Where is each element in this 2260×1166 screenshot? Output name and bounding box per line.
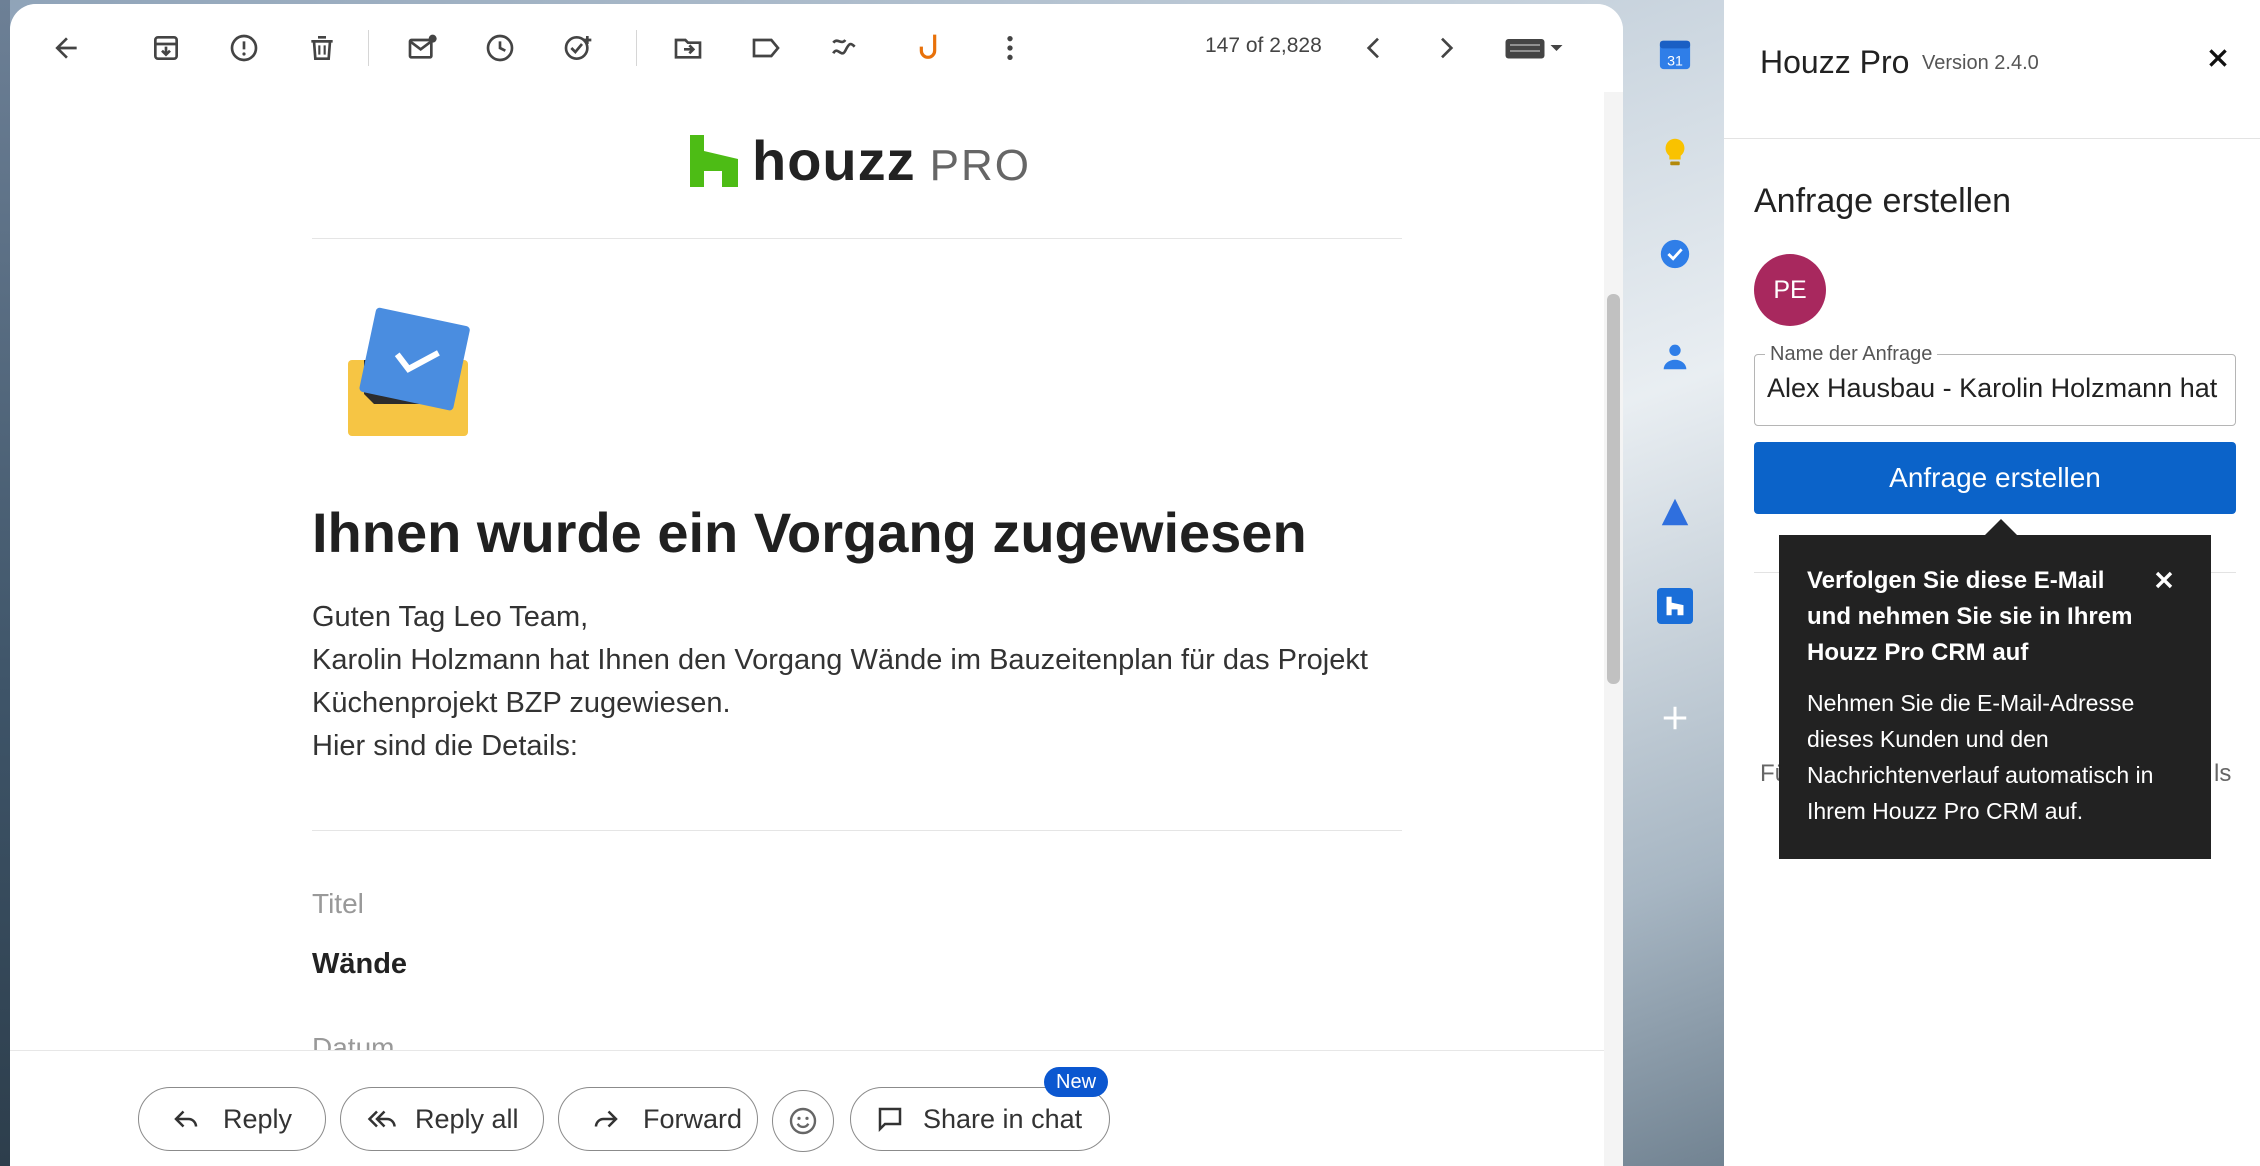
reply-button[interactable]: Reply: [138, 1087, 326, 1151]
add-addon-icon[interactable]: [1657, 700, 1693, 736]
obscured-text-right: ls: [2214, 760, 2232, 787]
report-spam-icon[interactable]: [222, 26, 266, 70]
calendar-icon[interactable]: 31: [1657, 36, 1693, 72]
forward-button[interactable]: Forward: [558, 1087, 758, 1151]
tooltip-body: Nehmen Sie die E-Mail-Adresse dieses Kun…: [1807, 690, 2154, 824]
houzz-addon-icon[interactable]: [1657, 588, 1693, 624]
email-heading: Ihnen wurde ein Vorgang zugewiesen: [312, 501, 1307, 564]
logo-pro: PRO: [929, 140, 1031, 190]
divider: [312, 830, 1402, 831]
tasks-icon[interactable]: [1657, 236, 1693, 272]
chat-bubble-icon: [878, 1107, 902, 1133]
panel-title: Houzz Pro: [1760, 44, 1910, 80]
create-request-button[interactable]: Anfrage erstellen: [1754, 442, 2236, 514]
hook-addon-icon[interactable]: [910, 26, 954, 70]
detail-label-titel: Titel: [312, 888, 364, 919]
tooltip-title: Verfolgen Sie diese E-Mail und nehmen Si…: [1807, 567, 2133, 666]
archive-icon[interactable]: [144, 26, 188, 70]
filter-icon[interactable]: [822, 26, 866, 70]
detail-label-datum: Datum: [312, 1032, 395, 1050]
calendar-day: 31: [1667, 53, 1683, 69]
body-line: Küchenprojekt BZP zugewiesen.: [312, 687, 731, 719]
panel-version: Version 2.4.0: [1922, 52, 2039, 74]
body-line: Guten Tag Leo Team,: [312, 601, 589, 633]
add-task-icon[interactable]: [556, 26, 600, 70]
contacts-icon[interactable]: [1657, 338, 1693, 374]
forward-icon: [594, 1110, 618, 1128]
reply-all-button[interactable]: Reply all: [340, 1087, 544, 1151]
body-line: Hier sind die Details:: [312, 730, 578, 762]
chevron-right-icon[interactable]: [1424, 26, 1468, 70]
keyboard-input-icon[interactable]: [1494, 26, 1574, 70]
emoji-reaction-button[interactable]: [772, 1090, 834, 1152]
move-to-icon[interactable]: [666, 26, 710, 70]
reply-all-label: Reply all: [415, 1103, 519, 1134]
reply-action-bar: Reply Reply all Forward Share in chat Ne…: [10, 1050, 1604, 1166]
trash-icon[interactable]: [300, 26, 344, 70]
task-inbox-icon: [348, 307, 470, 436]
new-badge: New: [1044, 1067, 1109, 1097]
toolbar-separator: [636, 30, 637, 66]
keep-icon[interactable]: [1657, 134, 1693, 170]
request-name-field[interactable]: Name der Anfrage: [1754, 343, 2236, 426]
avatar: PE: [1754, 254, 1826, 326]
mark-unread-icon[interactable]: [400, 26, 444, 70]
houzz-logo-icon: [690, 134, 738, 187]
logo-text: houzz: [752, 129, 916, 192]
snooze-clock-icon[interactable]: [478, 26, 522, 70]
email-content: houzz PRO Ihnen wurde ein Vorgang zugewi…: [10, 92, 1604, 1050]
label-icon[interactable]: [744, 26, 788, 70]
tooltip-close-icon[interactable]: [2149, 565, 2179, 595]
email-body: Guten Tag Leo Team, Karolin Holzmann hat…: [312, 596, 1402, 768]
forward-label: Forward: [643, 1103, 743, 1134]
panel-subtitle: Anfrage erstellen: [1754, 182, 2012, 220]
atlassian-icon[interactable]: [1657, 494, 1693, 530]
panel-header: Houzz Pro Version 2.4.0: [1724, 0, 2260, 139]
chevron-left-icon[interactable]: [1352, 26, 1396, 70]
crm-tracking-tooltip: Verfolgen Sie diese E-Mail und nehmen Si…: [1779, 535, 2211, 859]
tooltip-arrow: [1985, 519, 2017, 535]
divider: [312, 238, 1402, 239]
share-in-chat-label: Share in chat: [923, 1103, 1083, 1134]
mail-pane: 147 of 2,828 houzz PRO Ihnen wurde ein V…: [10, 4, 1623, 1166]
mail-toolbar: 147 of 2,828: [10, 4, 1623, 92]
reply-all-icon: [367, 1110, 396, 1128]
reply-label: Reply: [223, 1103, 293, 1134]
request-name-input[interactable]: [1767, 373, 2221, 404]
background-edge: [0, 0, 10, 1166]
reply-icon: [174, 1110, 198, 1128]
request-name-label: Name der Anfrage: [1765, 343, 1938, 366]
message-counter: 147 of 2,828: [1205, 34, 1322, 57]
houzz-pro-logo: houzz PRO: [690, 128, 1031, 193]
more-vert-icon[interactable]: [988, 26, 1032, 70]
emoji-icon: [789, 1107, 817, 1135]
body-line: Karolin Holzmann hat Ihnen den Vorgang W…: [312, 644, 1368, 676]
back-arrow-icon[interactable]: [44, 26, 88, 70]
detail-value-titel: Wände: [312, 948, 408, 980]
toolbar-separator: [368, 30, 369, 66]
scrollbar-thumb[interactable]: [1607, 294, 1620, 684]
close-icon[interactable]: [2198, 38, 2238, 78]
